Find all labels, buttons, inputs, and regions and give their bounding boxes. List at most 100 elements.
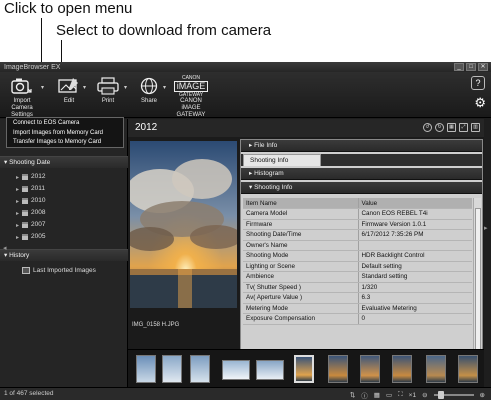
maximize-button[interactable]: □ (466, 63, 476, 71)
print-menu-arrow-icon[interactable]: ▾ (124, 84, 127, 91)
item-value: HDR Backlight Control (358, 250, 472, 262)
file-info-section[interactable]: ▸ File Info (241, 140, 482, 152)
folder-title: 2012 (135, 122, 158, 133)
share-button[interactable]: Share (136, 76, 162, 105)
thumbnail[interactable] (190, 355, 210, 383)
collapse-sidebar-arrow-icon[interactable]: ◂ (3, 244, 7, 252)
thumbnail[interactable] (256, 360, 284, 380)
main-header: 2012 ↺ ↻ ▦ ⤢ ▥ (128, 119, 484, 137)
callout-open-menu: Click to open menu (4, 0, 133, 17)
year-item[interactable]: 2008 (22, 209, 45, 216)
thumbnail-selected[interactable] (294, 355, 314, 383)
expand-arrow-icon[interactable]: ▸ (16, 198, 19, 205)
gateway-logo-icon: CANON iMAGE GATEWAY (170, 75, 212, 98)
year-label: 2011 (31, 185, 45, 192)
rotate-left-icon[interactable]: ↺ (423, 123, 432, 132)
shooting-info-section[interactable]: ▾ Shooting Info (241, 182, 482, 194)
zoom-out-icon[interactable]: ⊖ (422, 391, 427, 399)
edit-menu-arrow-icon[interactable]: ▾ (83, 84, 86, 91)
zoom-in-icon[interactable]: ⊕ (480, 391, 485, 399)
thumbnail[interactable] (392, 355, 412, 383)
expand-arrow-icon[interactable]: ▸ (16, 222, 19, 229)
expand-panel-arrow-icon[interactable]: ▸ (484, 224, 488, 232)
item-value: Firmware Version 1.0.1 (358, 219, 472, 230)
window-title: ImageBrowser EX (4, 63, 61, 71)
year-item[interactable]: 2011 (22, 185, 45, 192)
item-value (358, 240, 472, 251)
share-menu-arrow-icon[interactable]: ▾ (163, 84, 166, 91)
view-mode-icon[interactable]: ▦ (447, 123, 456, 132)
item-name: Shooting Date/Time (243, 229, 359, 241)
minimize-button[interactable]: _ (454, 63, 464, 71)
item-name: Tv( Shutter Speed ) (243, 282, 359, 293)
expand-arrow-icon[interactable]: ▸ (16, 210, 19, 217)
info-tab-strip: Shooting Info (241, 154, 482, 166)
menu-item-import-from-memory-card[interactable]: Import Images from Memory Card (7, 129, 123, 139)
item-value: 1/320 (358, 282, 472, 293)
year-item[interactable]: 2007 (22, 221, 45, 228)
close-button[interactable]: ✕ (478, 63, 488, 71)
year-item[interactable]: 2010 (22, 197, 45, 204)
zoom-slider[interactable] (433, 391, 474, 399)
photo-filename: IMG_0158 H.JPG (132, 322, 180, 328)
edit-image-icon (56, 76, 82, 96)
expand-arrow-icon[interactable]: ▸ (16, 174, 19, 181)
shooting-info-table: Item Name Value Camera Model Canon EOS RE… (243, 198, 472, 325)
gateway-label-2: GATEWAY (176, 112, 206, 118)
info-icon[interactable]: ⓘ (361, 390, 368, 400)
item-value: 0 (358, 313, 472, 325)
thumbnail[interactable] (222, 360, 250, 380)
item-name: Exposure Compensation (243, 313, 359, 325)
item-value: Default setting (358, 261, 472, 272)
fullscreen-icon[interactable]: ⤢ (459, 123, 468, 132)
trash-icon[interactable]: ▥ (471, 123, 480, 132)
thumbnail[interactable] (360, 355, 380, 383)
column-header: Value (358, 198, 472, 209)
thumbnail[interactable] (328, 355, 348, 383)
table-row: Exposure Compensation 0 (243, 313, 472, 325)
column-header: Item Name (243, 198, 359, 209)
import-button[interactable]: Import Camera Settings (4, 76, 40, 119)
calendar-icon (22, 209, 28, 216)
fit-view-icon[interactable]: ⛶ (398, 391, 403, 399)
preview-view-icon[interactable]: ▭ (386, 391, 392, 399)
grid-view-icon[interactable]: ▦ (374, 391, 380, 399)
shooting-date-header[interactable]: ▾ Shooting Date (0, 156, 128, 168)
year-item[interactable]: 2005 (22, 233, 45, 240)
zoom-slider-knob[interactable] (437, 391, 444, 399)
expand-arrow-icon[interactable]: ▸ (16, 234, 19, 241)
help-button[interactable]: ? (471, 76, 485, 90)
thumbnail[interactable] (136, 355, 156, 383)
thumbnail[interactable] (426, 355, 446, 383)
settings-gear-icon[interactable]: ⚙ (474, 95, 486, 111)
tab-shooting-info[interactable]: Shooting Info (243, 154, 321, 166)
canon-image-gateway-button[interactable]: CANON iMAGE GATEWAY CANON iMAGE GATEWAY (170, 75, 212, 119)
gateway-label-1: CANON iMAGE (180, 98, 202, 111)
thumbnail[interactable] (458, 355, 478, 383)
table-row: Ambience Standard setting (243, 271, 472, 283)
file-info-label: File Info (254, 142, 278, 149)
import-dropdown-menu: Connect to EOS Camera Import Images from… (6, 117, 124, 148)
history-header[interactable]: ▾ History (0, 249, 128, 261)
filmstrip (128, 349, 484, 387)
table-row: Av( Aperture Value ) 6.3 (243, 292, 472, 304)
menu-item-connect-eos-camera[interactable]: Connect to EOS Camera (7, 119, 123, 129)
year-item[interactable]: 2012 (22, 173, 45, 180)
print-button[interactable]: Print (94, 76, 122, 105)
print-label: Print (101, 98, 115, 104)
thumbnail[interactable] (162, 355, 182, 383)
item-name: Ambience (243, 271, 359, 283)
rotate-right-icon[interactable]: ↻ (435, 123, 444, 132)
table-row: Shooting Date/Time 6/17/2012 7:35:26 PM (243, 229, 472, 241)
import-menu-arrow-icon[interactable]: ▾ (41, 84, 44, 91)
expand-arrow-icon[interactable]: ▸ (16, 186, 19, 193)
item-name: Firmware (243, 219, 359, 230)
zoom-level[interactable]: ×1 (409, 392, 416, 399)
histogram-section[interactable]: ▸ Histogram (241, 168, 482, 180)
calendar-icon (22, 173, 28, 180)
sort-icon[interactable]: ⇅ (350, 391, 355, 399)
preview-image[interactable] (130, 141, 237, 308)
menu-item-transfer-to-memory-card[interactable]: Transfer Images to Memory Card (7, 138, 123, 148)
edit-button[interactable]: Edit (56, 76, 82, 105)
history-item-last-imported[interactable]: Last Imported Images (22, 267, 96, 274)
